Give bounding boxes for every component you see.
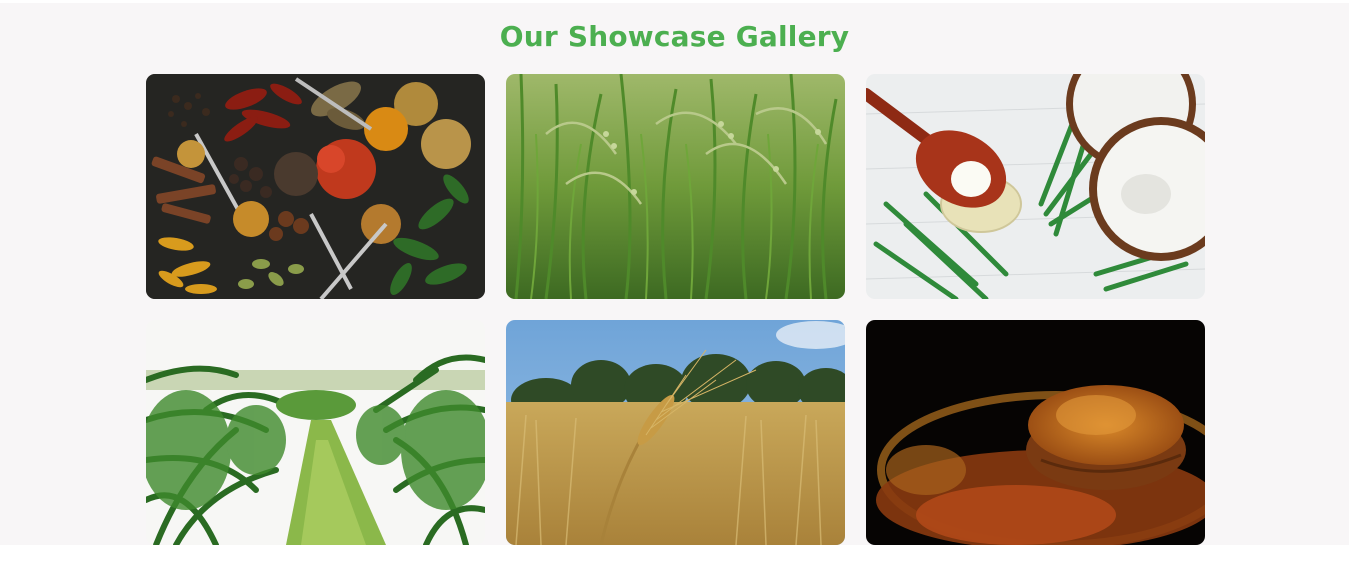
gallery-image-coconut[interactable] [866, 74, 1205, 299]
gallery-image-plantation[interactable] [146, 320, 485, 545]
gallery-image-spice-powder[interactable] [866, 320, 1205, 545]
gallery-section: Our Showcase Gallery [0, 3, 1349, 545]
plantation-photo [146, 320, 485, 545]
spices-photo [146, 74, 485, 299]
spice-powder-photo [866, 320, 1205, 545]
coconut-photo [866, 74, 1205, 299]
gallery-image-rice-field[interactable] [506, 74, 845, 299]
gallery-image-spices[interactable] [146, 74, 485, 299]
wheat-field-photo [506, 320, 845, 545]
gallery-title: Our Showcase Gallery [499, 20, 850, 53]
gallery-image-wheat-field[interactable] [506, 320, 845, 545]
rice-field-photo [506, 74, 845, 299]
gallery-grid [146, 74, 1205, 545]
